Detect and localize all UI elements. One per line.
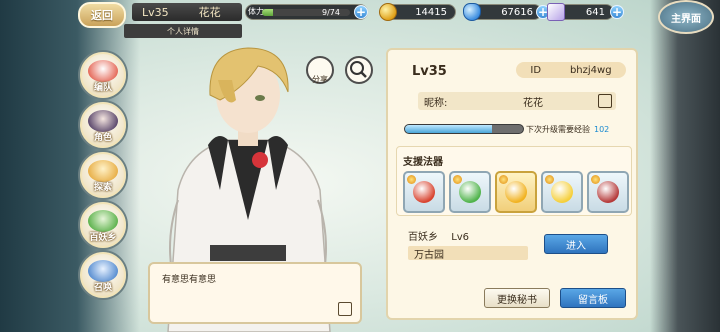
star-icon [545, 175, 554, 184]
xp-fill [405, 125, 493, 133]
nav-item-character[interactable]: 角色 [80, 102, 126, 148]
profile-panel: Lv35 ID bhzj4wg 昵称: 花花 下次升级需要经验 102 支援法器 … [386, 48, 638, 320]
ticket-icon [547, 3, 565, 21]
nav-item-team[interactable]: 编队 [80, 52, 126, 98]
zoom-button[interactable] [345, 56, 373, 84]
village-icon [88, 210, 118, 232]
coin-value: 14415 [415, 6, 447, 18]
player-level: Lv35 [142, 5, 169, 19]
ticket-value: 641 [585, 6, 605, 18]
nav-item-village[interactable]: 百妖乡 [80, 202, 126, 248]
nav-label: 百妖乡 [89, 233, 117, 243]
edit-nickname-icon[interactable] [598, 94, 612, 108]
nav-label: 召唤 [93, 283, 112, 293]
xp-bar [404, 124, 524, 134]
player-header: Lv35 花花 [132, 3, 242, 21]
xp-label: 下次升级需要经验 102 [526, 125, 610, 134]
id-pill: ID bhzj4wg [516, 62, 626, 78]
main-menu-button[interactable]: 主界面 [658, 0, 714, 34]
nav-label: 编队 [93, 83, 112, 93]
profile-tab[interactable]: 个人详情 [124, 24, 242, 38]
nav-label: 探索 [93, 183, 112, 193]
message-board-button[interactable]: 留言板 [560, 288, 626, 308]
gem-icon [463, 3, 481, 21]
nav-item-summon[interactable]: 召唤 [80, 252, 126, 298]
back-button[interactable]: 返回 [78, 2, 126, 28]
golden-ring-artifact[interactable] [495, 171, 537, 213]
summon-icon [88, 260, 118, 282]
share-label: 分享 [312, 75, 328, 84]
coin-counter: 14415 [379, 3, 456, 21]
add-ticket-button[interactable]: + [610, 5, 624, 19]
xp-needed: 102 [594, 125, 610, 134]
village-level: Lv6 [451, 232, 470, 243]
right-frame-decoration [650, 0, 720, 332]
nav-label: 角色 [93, 133, 112, 143]
gem-counter: 67616 [463, 3, 542, 21]
edit-dialog-icon[interactable] [338, 302, 352, 316]
village-name: 万古园 [408, 246, 528, 261]
search-icon [350, 61, 367, 78]
change-secretary-button[interactable]: 更换秘书 [484, 288, 550, 308]
umbrella-artifact[interactable] [587, 171, 629, 213]
star-icon [499, 175, 508, 184]
side-nav: 编队 角色 探索 百妖乡 召唤 [80, 52, 126, 302]
id-label: ID [530, 64, 542, 76]
star-icon [591, 175, 600, 184]
panel-level: Lv35 [412, 64, 447, 79]
village-label: 百妖乡 [408, 232, 438, 243]
nav-item-explore[interactable]: 探索 [80, 152, 126, 198]
support-artifacts: 支援法器 [396, 146, 632, 216]
coin-icon [379, 3, 397, 21]
stamina-value: 9/74 [322, 8, 340, 17]
artifacts-title: 支援法器 [403, 157, 443, 168]
dialog-text: 有意思有意思 [162, 275, 217, 285]
star-icon [407, 175, 416, 184]
village-row: 百妖乡 Lv6 [408, 228, 469, 243]
gem-value: 67616 [501, 6, 533, 18]
add-stamina-button[interactable]: + [354, 5, 368, 19]
stamina-fill [262, 9, 273, 16]
green-beast-artifact[interactable] [449, 171, 491, 213]
character-icon [88, 110, 118, 132]
nickname-row: 昵称: 花花 [418, 92, 616, 110]
id-value: bhzj4wg [569, 64, 612, 76]
nickname-value: 花花 [523, 97, 543, 109]
stamina-meter: 体力 9/74 [245, 4, 368, 20]
player-name: 花花 [198, 6, 221, 19]
nickname-label: 昵称: [424, 97, 448, 109]
team-icon [88, 60, 118, 82]
ticket-counter: 641 [547, 3, 614, 21]
red-dragon-artifact[interactable] [403, 171, 445, 213]
dialog-box: 有意思有意思 [148, 262, 362, 324]
yellow-lantern-artifact[interactable] [541, 171, 583, 213]
enter-village-button[interactable]: 进入 [544, 234, 608, 254]
explore-icon [88, 160, 118, 182]
main-label: 主界面 [671, 13, 701, 25]
back-label: 返回 [91, 9, 113, 22]
star-icon [453, 175, 462, 184]
